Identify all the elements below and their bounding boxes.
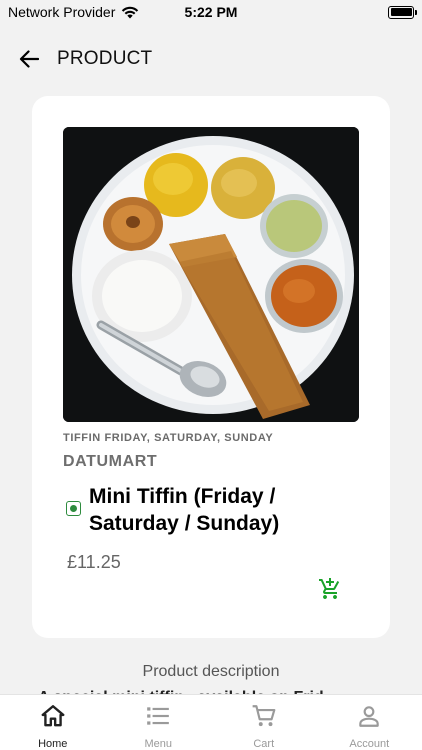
product-name: Mini Tiffin (Friday / Saturday / Sunday) (89, 485, 280, 535)
nav-menu[interactable]: Menu (106, 695, 212, 750)
wifi-icon (122, 6, 139, 18)
carrier-label: Network Provider (8, 4, 116, 20)
app-header: PRODUCT (0, 40, 422, 78)
tiffin-plate-image (63, 127, 359, 422)
nav-home-label: Home (38, 738, 68, 750)
nav-account[interactable]: Account (317, 695, 422, 750)
home-icon (41, 705, 65, 727)
page-title: PRODUCT (57, 48, 153, 69)
product-card: TIFFIN FRIDAY, SATURDAY, SUNDAY DATUMART… (32, 96, 390, 638)
back-button[interactable] (16, 46, 42, 72)
product-category: TIFFIN FRIDAY, SATURDAY, SUNDAY (63, 432, 274, 444)
account-icon (359, 706, 379, 727)
veg-indicator-icon (66, 501, 81, 516)
nav-cart[interactable]: Cart (211, 695, 317, 750)
product-brand: DATUMART (63, 453, 158, 470)
product-image[interactable] (63, 127, 359, 422)
menu-list-icon (147, 707, 170, 725)
cart-icon (252, 705, 276, 727)
bottom-nav: Home Menu Cart Account (0, 694, 422, 750)
nav-home[interactable]: Home (0, 695, 106, 750)
product-price: £11.25 (67, 552, 121, 572)
nav-account-label: Account (349, 738, 390, 750)
add-to-cart-button[interactable] (318, 577, 342, 601)
nav-menu-label: Menu (144, 738, 173, 750)
nav-cart-label: Cart (253, 738, 275, 750)
add-shopping-cart-icon (319, 578, 340, 599)
status-left: Network Provider (8, 4, 139, 20)
battery-icon (388, 5, 417, 19)
status-bar: Network Provider 5:22 PM (0, 0, 422, 24)
description-heading: Product description (142, 663, 280, 680)
product-title-row: Mini Tiffin (Friday / Saturday / Sunday) (66, 483, 366, 537)
arrow-left-icon (19, 50, 39, 68)
